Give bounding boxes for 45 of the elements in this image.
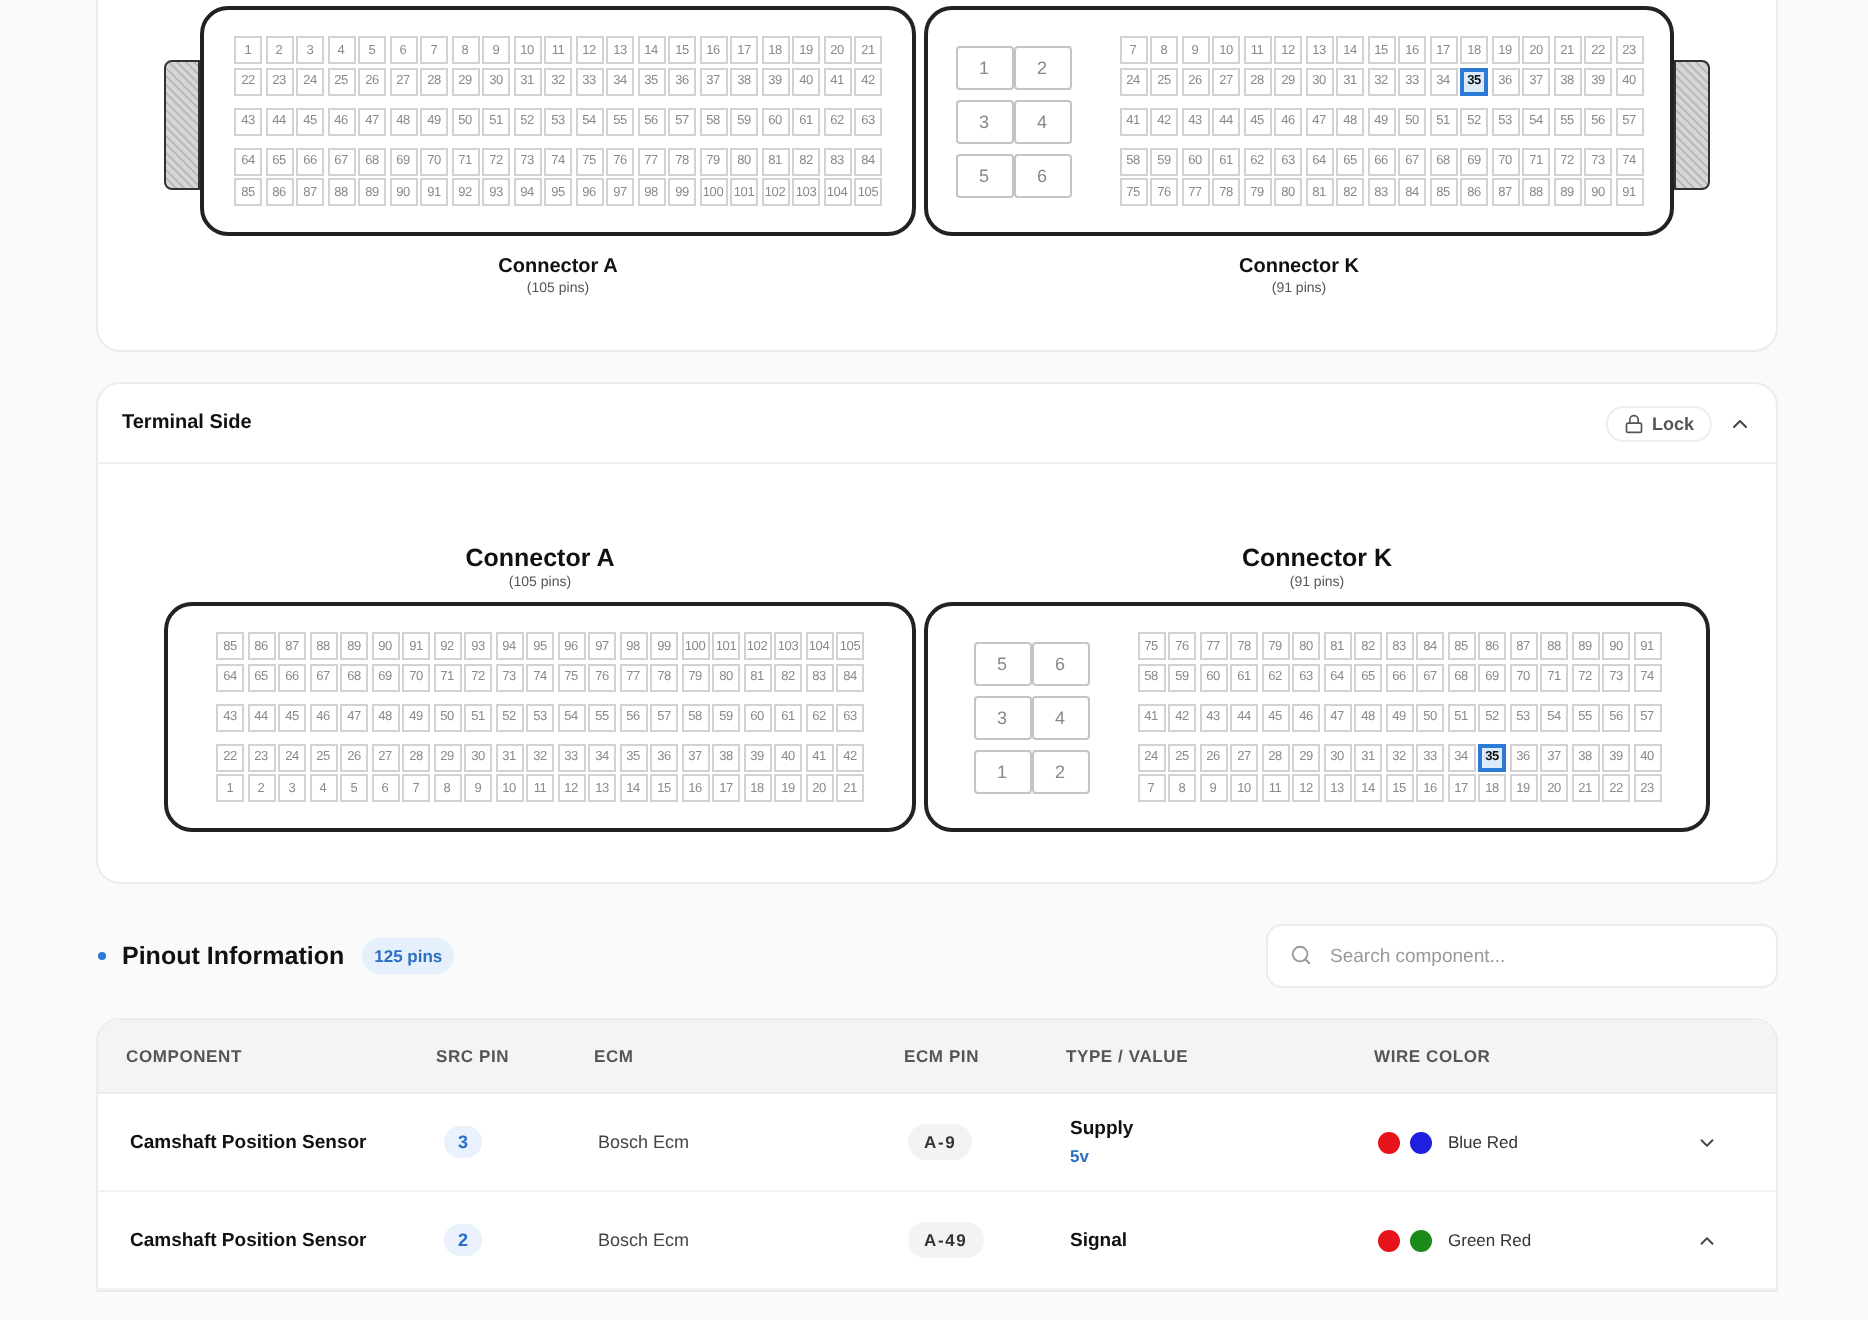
lock-button[interactable]: Lock xyxy=(1605,405,1712,441)
search-field[interactable]: Search component... xyxy=(1266,924,1778,988)
column-header: ECM PIN xyxy=(904,1046,982,1066)
signal-type: Supply xyxy=(1070,1118,1136,1140)
power-pin[interactable]: 6 xyxy=(1013,153,1071,197)
pin-badge: 3 xyxy=(444,1126,483,1158)
count-badge: 125 pins xyxy=(362,938,455,974)
column-header: COMPONENT xyxy=(126,1046,244,1066)
power-pin[interactable]: 3 xyxy=(973,695,1031,739)
connector-title: Connector K xyxy=(1239,256,1359,278)
power-pin[interactable]: 1 xyxy=(973,749,1031,793)
column-header: WIRE COLOR xyxy=(1374,1046,1493,1066)
signal-value: 5v xyxy=(1070,1146,1091,1166)
power-pin[interactable]: 5 xyxy=(973,641,1031,685)
search-icon xyxy=(1290,944,1312,966)
table-cell-text: Camshaft Position Sensor xyxy=(130,1131,369,1153)
column-header: ECM xyxy=(594,1046,636,1066)
connector-title: Connector K xyxy=(1242,544,1392,572)
column-header: SRC PIN xyxy=(436,1046,512,1066)
power-pin[interactable]: 4 xyxy=(1031,695,1089,739)
power-pin[interactable]: 4 xyxy=(1013,99,1071,143)
power-pin[interactable]: 1 xyxy=(955,45,1013,89)
power-pin[interactable]: 3 xyxy=(955,99,1013,143)
connector-title: Connector A xyxy=(498,256,618,278)
column-header: TYPE / VALUE xyxy=(1066,1046,1191,1066)
connector-latch xyxy=(1674,60,1710,190)
table-cell-text: Bosch Ecm xyxy=(598,1230,692,1250)
pin-badge: 2 xyxy=(444,1224,483,1256)
wire-color-label: Blue Red xyxy=(1448,1132,1518,1152)
connector-latch xyxy=(164,60,200,190)
bullet-icon xyxy=(98,952,106,960)
wire-color-label: Green Red xyxy=(1448,1230,1532,1250)
power-pin[interactable]: 2 xyxy=(1013,45,1071,89)
power-pin[interactable]: 6 xyxy=(1031,641,1089,685)
table-cell-text: Camshaft Position Sensor xyxy=(130,1229,369,1251)
section-title: Terminal Side xyxy=(122,412,254,434)
power-pin[interactable]: 5 xyxy=(955,153,1013,197)
signal-type: Signal xyxy=(1070,1229,1130,1251)
pin-badge: A-9 xyxy=(908,1124,973,1160)
table-cell-text: Bosch Ecm xyxy=(598,1132,692,1152)
section-title: Pinout Information xyxy=(122,942,345,970)
pin-badge: A-49 xyxy=(908,1222,984,1258)
lock-icon xyxy=(1623,413,1644,433)
connector-title: Connector A xyxy=(465,544,615,572)
power-pin[interactable]: 2 xyxy=(1031,749,1089,793)
